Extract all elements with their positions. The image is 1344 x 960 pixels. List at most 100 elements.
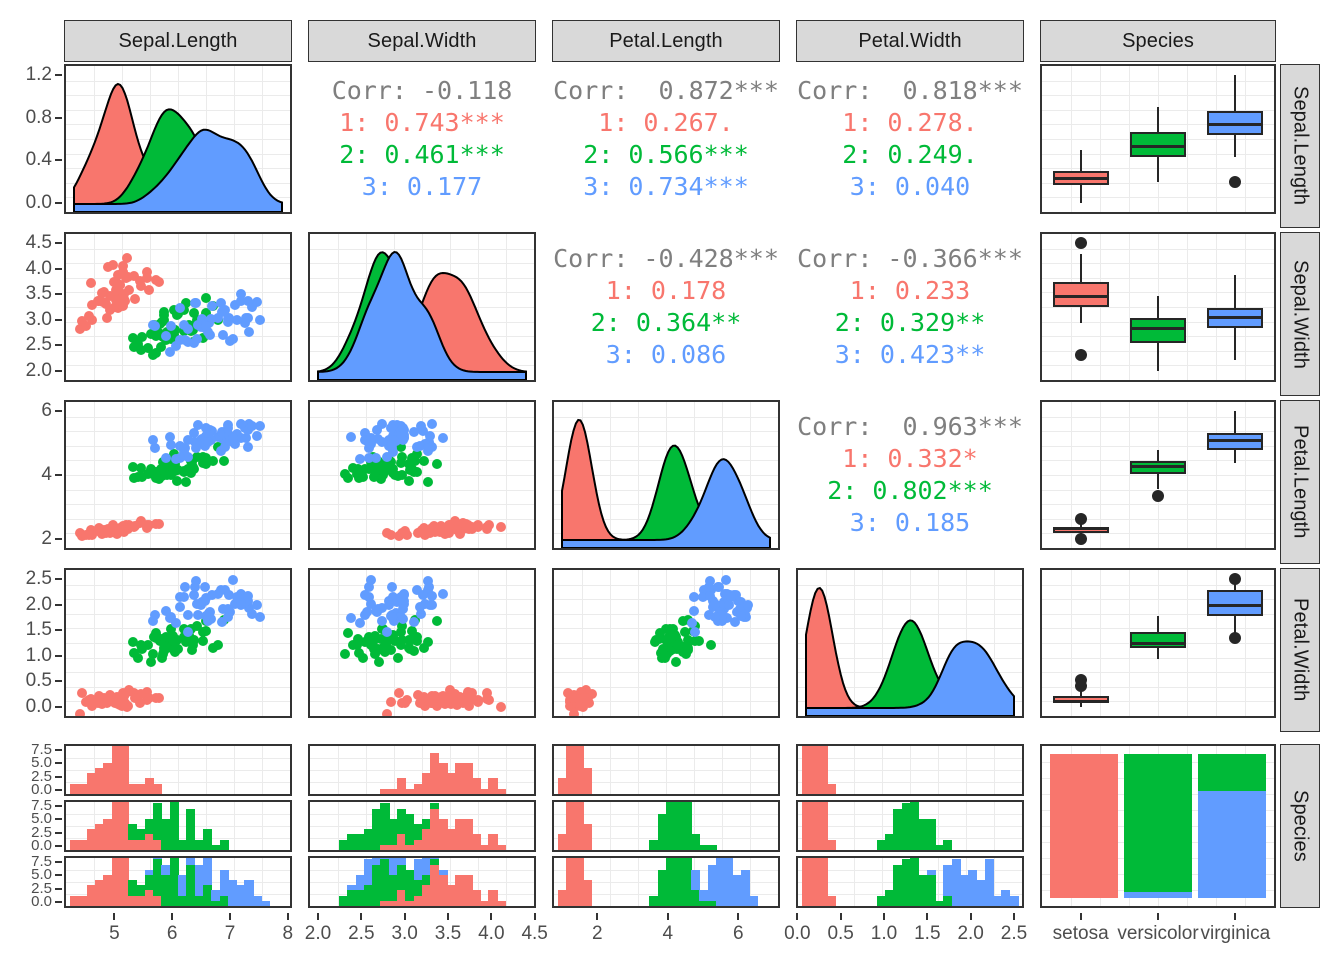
- box: [1130, 317, 1186, 343]
- gridline-h: [554, 584, 778, 586]
- data-point: [222, 603, 233, 614]
- data-point: [169, 644, 180, 655]
- correlation-group-2: 2: 0.461***: [339, 140, 505, 169]
- correlation-group-1: 1: 0.178: [605, 276, 727, 305]
- gridline-h: [66, 365, 290, 367]
- median-line: [1130, 326, 1186, 330]
- correlation-overall: Corr: -0.428***: [553, 244, 779, 273]
- row-label-sepal-width: Sepal.Width: [1280, 232, 1320, 396]
- data-point: [81, 321, 92, 332]
- data-point: [190, 442, 201, 453]
- correlation-cell-r2c3: Corr: -0.428*** 1: 0.178 2: 0.364** 3: 0.08…: [552, 232, 780, 382]
- boxplot-panel-Sepal.Width: [1040, 232, 1276, 382]
- y-tick-mark: [55, 629, 62, 632]
- data-point: [129, 294, 140, 305]
- gridline-h: [66, 672, 290, 674]
- data-point: [200, 611, 211, 622]
- y-tick-label: 4.5: [25, 232, 52, 253]
- data-point: [380, 640, 391, 651]
- y-tick-label: 2.5: [25, 568, 52, 589]
- gridline-v: [854, 746, 855, 794]
- gridline-v: [910, 746, 911, 794]
- data-point: [345, 613, 356, 624]
- gridline-v: [610, 858, 611, 906]
- x-tick-mark: [533, 913, 536, 920]
- gridline-h: [310, 686, 534, 688]
- data-point: [228, 575, 239, 586]
- histogram-bar: [943, 839, 953, 850]
- data-point: [182, 610, 193, 621]
- x-tick-mark: [403, 913, 406, 920]
- gridline-h: [66, 657, 290, 659]
- correlation-group-2: 2: 0.802***: [827, 476, 993, 505]
- data-point: [246, 420, 257, 431]
- gridline-v: [1216, 234, 1217, 380]
- correlation-group-3: 3: 0.185: [849, 508, 971, 537]
- data-point: [174, 303, 185, 313]
- gridline-h: [66, 416, 290, 418]
- y-tick-mark: [55, 706, 62, 708]
- data-point: [376, 615, 387, 626]
- data-point: [252, 430, 263, 441]
- x-tick-mark: [1013, 913, 1015, 920]
- data-point: [393, 653, 404, 664]
- y-tick-mark: [55, 887, 62, 890]
- gridline-v: [234, 402, 235, 548]
- outlier-point: [1074, 349, 1087, 361]
- data-point: [146, 656, 157, 667]
- histogram-bar: [1009, 895, 1019, 906]
- boxplot-panel-Petal.Length: [1040, 400, 1276, 550]
- data-point: [399, 525, 410, 536]
- data-point: [481, 524, 492, 535]
- y-tick-mark: [55, 116, 62, 119]
- data-point: [222, 313, 233, 324]
- data-point: [147, 615, 158, 626]
- gridline-v: [994, 802, 995, 850]
- data-point: [147, 319, 158, 330]
- box: [1130, 632, 1186, 649]
- data-point: [363, 452, 374, 463]
- gridline-v: [938, 802, 939, 850]
- boxplot-panel-Petal.Width: [1040, 568, 1276, 718]
- data-point: [358, 652, 369, 663]
- gridline-v: [994, 746, 995, 794]
- row-label-petal-width: Petal.Width: [1280, 568, 1320, 732]
- gridline-v: [938, 858, 939, 906]
- y-tick-mark: [55, 775, 62, 778]
- gridline-v: [854, 802, 855, 850]
- data-point: [690, 626, 701, 637]
- data-point: [243, 326, 254, 337]
- data-point: [481, 694, 492, 705]
- data-point: [347, 462, 358, 473]
- scatter-panel-Petal.Width-vs-Sepal.Width: [308, 568, 536, 718]
- data-point: [156, 653, 167, 664]
- x-tick-mark: [596, 913, 599, 920]
- data-point: [182, 337, 193, 348]
- gridline-h: [1042, 672, 1274, 674]
- data-point: [153, 518, 164, 529]
- data-point: [387, 582, 398, 593]
- histogram-facet-2: [552, 800, 780, 852]
- gridline-v: [262, 858, 263, 906]
- gridline-v: [178, 402, 179, 548]
- gridline-h: [1042, 277, 1274, 279]
- data-point: [427, 591, 438, 602]
- y-tick-mark: [55, 267, 62, 270]
- gridline-h: [310, 758, 534, 759]
- histogram-bar: [438, 869, 448, 875]
- data-point: [174, 601, 185, 612]
- data-point: [243, 442, 254, 453]
- histogram-panel-Sepal.Length: [64, 744, 292, 908]
- data-point: [92, 698, 103, 709]
- data-point: [706, 640, 717, 651]
- gridline-h: [310, 584, 534, 586]
- histogram-facet-1: [552, 744, 780, 796]
- y-tick-label: 2.5: [25, 334, 52, 356]
- gridline-h: [66, 489, 290, 491]
- median-line: [1052, 294, 1109, 298]
- data-point: [148, 350, 159, 361]
- histogram-bar: [496, 844, 506, 850]
- histogram-panel-Petal.Width: [796, 744, 1024, 908]
- data-point: [427, 599, 438, 610]
- gridline-v: [206, 746, 207, 794]
